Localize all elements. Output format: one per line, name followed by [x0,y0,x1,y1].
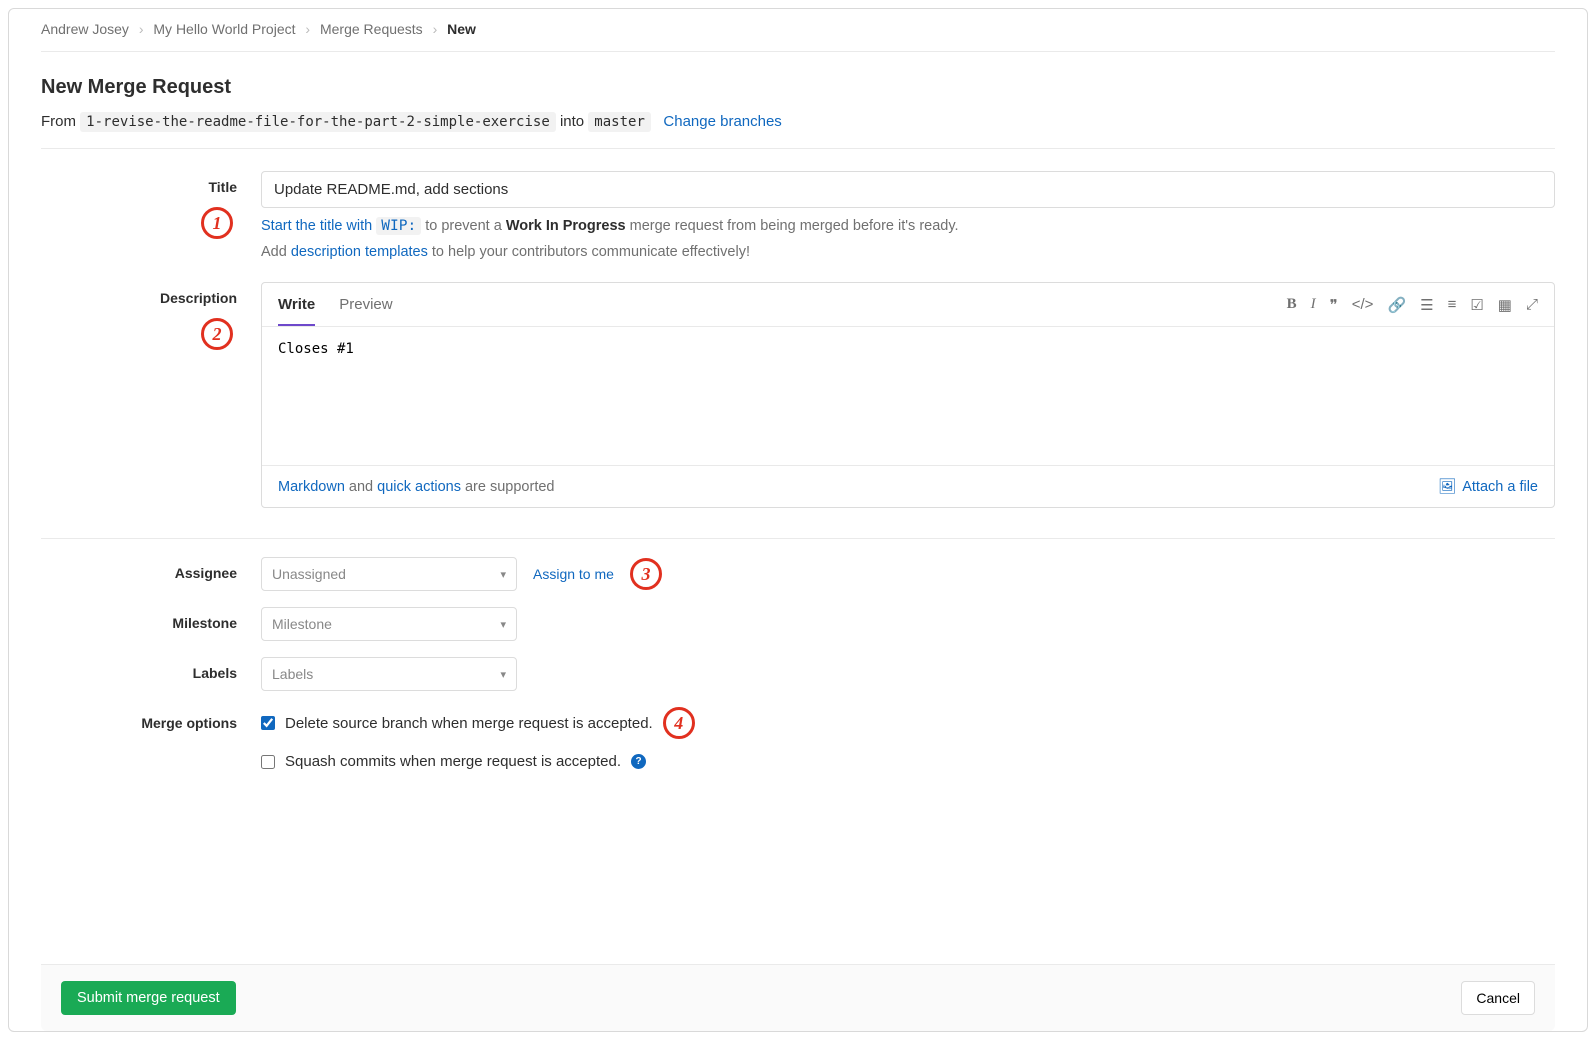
divider [41,538,1555,539]
title-input[interactable] [261,171,1555,208]
quick-actions-link[interactable]: quick actions [377,479,461,495]
quote-icon[interactable]: ❞ [1330,296,1338,314]
labels-value: Labels [272,666,313,682]
editor-footer-hint: Markdown and quick actions are supported [278,479,554,495]
change-branches-link[interactable]: Change branches [663,113,781,130]
labels-select[interactable]: Labels ▾ [261,657,517,691]
from-label: From [41,113,76,130]
squash-commits-label: Squash commits when merge request is acc… [285,753,621,770]
title-hint-templates: Add description templates to help your c… [261,244,1555,260]
bold-icon[interactable]: B [1287,296,1297,314]
callout-1: 1 [201,207,233,239]
page-title: New Merge Request [41,76,1555,99]
description-editor: Write Preview B I ❞ </> 🔗 ☰ ≡ ☑ ▦ ⤢ [261,282,1555,508]
code-icon[interactable]: </> [1352,296,1374,314]
branch-summary: From 1-revise-the-readme-file-for-the-pa… [41,113,1555,149]
assignee-value: Unassigned [272,566,346,582]
cancel-button[interactable]: Cancel [1461,981,1535,1015]
title-hint-wip: Start the title with WIP: to prevent a W… [261,218,1555,234]
into-label: into [560,113,584,130]
chevron-down-icon: ▾ [500,568,506,581]
breadcrumb-item[interactable]: Andrew Josey [41,21,129,37]
assignee-label: Assignee [175,565,237,581]
chevron-right-icon: › [139,21,144,37]
chevron-down-icon: ▾ [500,618,506,631]
milestone-select[interactable]: Milestone ▾ [261,607,517,641]
callout-4: 4 [663,707,695,739]
action-bar: Submit merge request Cancel [41,964,1555,1031]
link-icon[interactable]: 🔗 [1387,296,1406,314]
markdown-link[interactable]: Markdown [278,479,345,495]
image-icon: 🖼 [1438,478,1456,495]
chevron-down-icon: ▾ [500,668,506,681]
submit-button[interactable]: Submit merge request [61,981,236,1015]
table-icon[interactable]: ▦ [1498,296,1512,314]
tab-write[interactable]: Write [278,285,315,326]
callout-2: 2 [201,318,233,350]
breadcrumb: Andrew Josey › My Hello World Project › … [41,9,1555,52]
attach-file-link[interactable]: 🖼 Attach a file [1438,478,1538,495]
wip-code: WIP: [376,217,421,235]
chevron-right-icon: › [433,21,438,37]
title-label: Title [208,179,237,195]
help-icon[interactable]: ? [631,754,646,769]
bullet-list-icon[interactable]: ☰ [1420,296,1433,314]
fullscreen-icon[interactable]: ⤢ [1526,296,1538,314]
breadcrumb-item[interactable]: My Hello World Project [153,21,295,37]
italic-icon[interactable]: I [1311,296,1316,314]
delete-source-branch-checkbox[interactable] [261,716,275,730]
labels-label: Labels [193,665,237,681]
title-hint-start-link[interactable]: Start the title with WIP: [261,217,421,235]
assign-to-me-link[interactable]: Assign to me [533,566,614,582]
source-branch: 1-revise-the-readme-file-for-the-part-2-… [80,112,556,132]
description-templates-link[interactable]: description templates [291,244,428,260]
numbered-list-icon[interactable]: ≡ [1448,296,1457,314]
description-textarea[interactable]: Closes #1 [262,327,1554,462]
breadcrumb-current: New [447,21,476,37]
squash-commits-checkbox[interactable] [261,755,275,769]
assignee-select[interactable]: Unassigned ▾ [261,557,517,591]
target-branch: master [588,112,651,132]
tab-preview[interactable]: Preview [339,285,392,324]
milestone-label: Milestone [172,615,237,631]
description-label: Description [160,290,237,306]
merge-options-label: Merge options [141,715,237,731]
chevron-right-icon: › [305,21,310,37]
milestone-value: Milestone [272,616,332,632]
callout-3: 3 [630,558,662,590]
breadcrumb-item[interactable]: Merge Requests [320,21,423,37]
task-list-icon[interactable]: ☑ [1470,296,1483,314]
delete-source-branch-label: Delete source branch when merge request … [285,715,653,732]
